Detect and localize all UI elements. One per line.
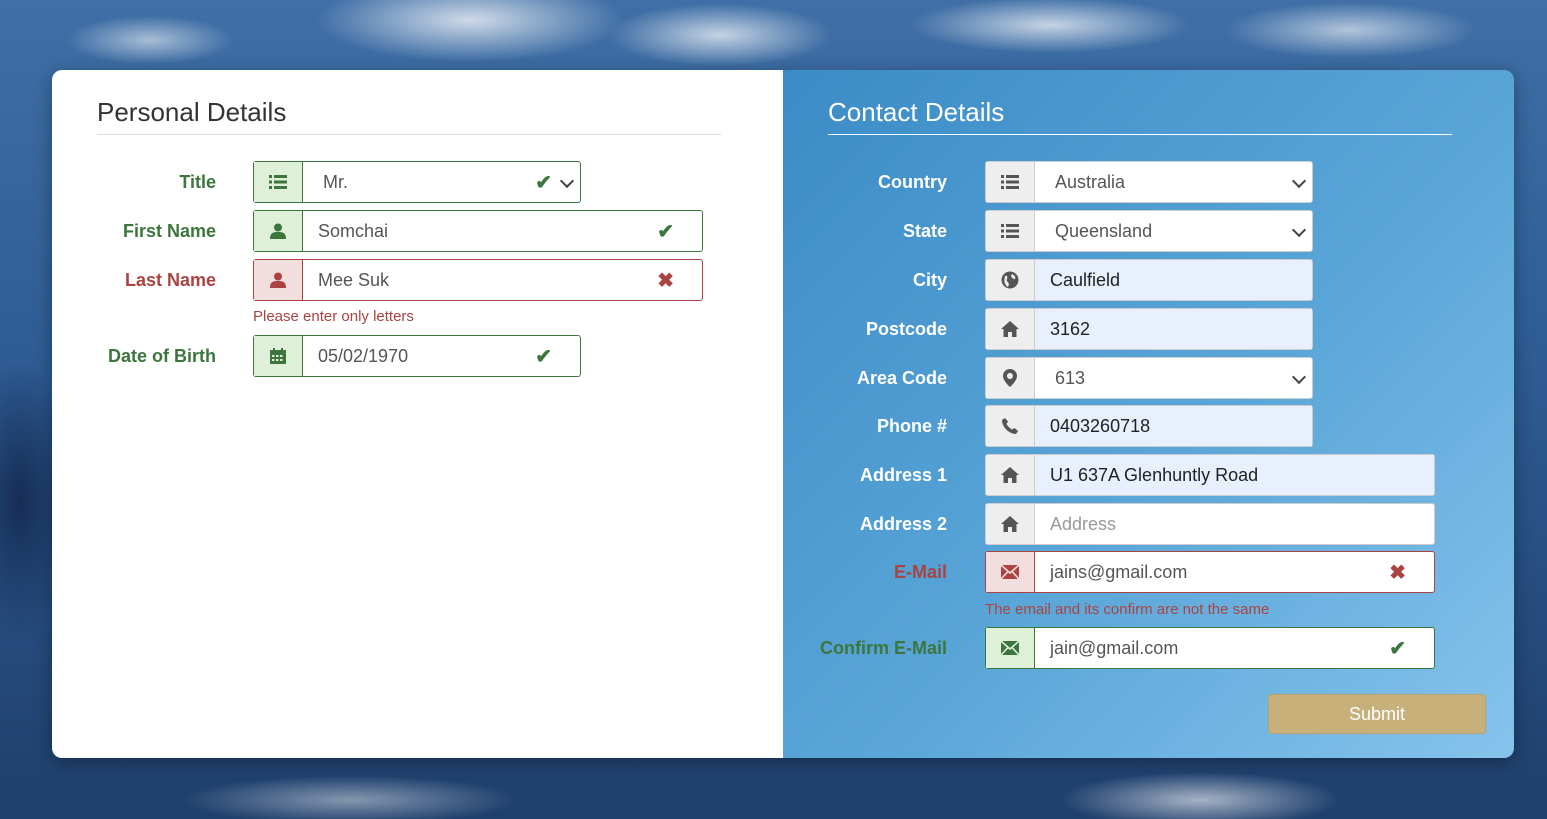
- dob-input[interactable]: 05/02/1970 ✔: [303, 336, 580, 376]
- first-name-input[interactable]: Somchai ✔: [303, 211, 702, 251]
- phone-icon: [986, 406, 1035, 446]
- country-label: Country: [878, 172, 947, 192]
- address1-input[interactable]: U1 637A Glenhuntly Road: [1035, 455, 1434, 495]
- list-icon: [254, 162, 303, 202]
- contact-details-panel: Contact Details Country Australia State: [783, 70, 1514, 758]
- last-name-error: Please enter only letters: [253, 308, 414, 325]
- check-icon: ✔: [657, 221, 674, 243]
- address2-input[interactable]: Address: [1035, 504, 1434, 544]
- check-icon: ✔: [535, 172, 552, 194]
- email-error: The email and its confirm are not the sa…: [985, 601, 1270, 618]
- email-input[interactable]: jains@gmail.com ✖: [1035, 552, 1434, 592]
- last-name-label: Last Name: [124, 270, 216, 290]
- email-value: jains@gmail.com: [1050, 561, 1188, 582]
- globe-icon: [986, 260, 1035, 300]
- city-group: Caulfield: [985, 259, 1313, 301]
- area-code-selected: 613: [1055, 367, 1086, 388]
- first-name-group: Somchai ✔: [253, 210, 703, 252]
- chevron-down-icon: [559, 173, 575, 189]
- area-code-value-field[interactable]: 613: [1035, 358, 1312, 398]
- address1-group: U1 637A Glenhuntly Road: [985, 454, 1435, 496]
- home-icon: [986, 504, 1035, 544]
- email-label: E-Mail: [893, 562, 947, 582]
- country-value-field[interactable]: Australia: [1035, 162, 1312, 202]
- confirm-email-value: jain@gmail.com: [1050, 637, 1179, 658]
- dob-group: 05/02/1970 ✔: [253, 335, 581, 377]
- address1-label: Address 1: [859, 465, 947, 485]
- country-selected: Australia: [1055, 171, 1126, 192]
- title-label: Title: [179, 172, 216, 192]
- phone-group: 0403260718: [985, 405, 1313, 447]
- user-icon: [254, 211, 303, 251]
- list-icon: [986, 162, 1035, 202]
- postcode-input[interactable]: 3162: [1035, 309, 1312, 349]
- confirm-email-group: jain@gmail.com ✔: [985, 627, 1435, 669]
- state-selected: Queensland: [1055, 220, 1153, 241]
- city-input[interactable]: Caulfield: [1035, 260, 1312, 300]
- phone-label: Phone #: [876, 416, 947, 436]
- map-marker-icon: [986, 358, 1035, 398]
- last-name-group: Mee Suk ✖: [253, 259, 703, 301]
- state-select[interactable]: Queensland: [985, 210, 1313, 252]
- dob-label: Date of Birth: [108, 346, 216, 366]
- postcode-label: Postcode: [865, 319, 947, 339]
- check-icon: ✔: [1389, 638, 1406, 660]
- home-icon: [986, 309, 1035, 349]
- calendar-icon: [254, 336, 303, 376]
- check-icon: ✔: [535, 346, 552, 368]
- cross-icon: ✖: [1389, 562, 1406, 584]
- dob-value: 05/02/1970: [318, 345, 409, 366]
- state-value-field[interactable]: Queensland: [1035, 211, 1312, 251]
- address1-value: U1 637A Glenhuntly Road: [1050, 464, 1259, 485]
- list-icon: [986, 211, 1035, 251]
- submit-button[interactable]: Submit: [1268, 694, 1486, 734]
- city-value: Caulfield: [1050, 269, 1121, 290]
- contact-details-heading: Contact Details: [828, 97, 1452, 135]
- first-name-value: Somchai: [318, 220, 389, 241]
- country-select[interactable]: Australia: [985, 161, 1313, 203]
- personal-details-heading: Personal Details: [97, 97, 721, 135]
- confirm-email-input[interactable]: jain@gmail.com ✔: [1035, 628, 1434, 668]
- registration-card: Personal Details Title Mr. ✔ First Name: [52, 70, 1514, 758]
- last-name-input[interactable]: Mee Suk ✖: [303, 260, 702, 300]
- confirm-email-label: Confirm E-Mail: [819, 638, 947, 658]
- city-label: City: [912, 270, 947, 290]
- cross-icon: ✖: [657, 270, 674, 292]
- phone-value: 0403260718: [1050, 415, 1151, 436]
- last-name-value: Mee Suk: [318, 269, 390, 290]
- area-code-select[interactable]: 613: [985, 357, 1313, 399]
- title-select[interactable]: Mr. ✔: [253, 161, 581, 203]
- address2-label: Address 2: [859, 514, 947, 534]
- envelope-icon: [986, 552, 1035, 592]
- title-selected: Mr.: [323, 171, 348, 192]
- postcode-group: 3162: [985, 308, 1313, 350]
- address2-placeholder: Address: [1050, 513, 1117, 534]
- postcode-value: 3162: [1050, 318, 1091, 339]
- title-value[interactable]: Mr. ✔: [303, 162, 580, 202]
- user-icon: [254, 260, 303, 300]
- chevron-down-icon: [1291, 173, 1307, 189]
- first-name-label: First Name: [122, 221, 216, 241]
- envelope-icon: [986, 628, 1035, 668]
- state-label: State: [902, 221, 947, 241]
- area-code-label: Area Code: [856, 368, 947, 388]
- chevron-down-icon: [1291, 222, 1307, 238]
- email-group: jains@gmail.com ✖: [985, 551, 1435, 593]
- personal-details-panel: Personal Details Title Mr. ✔ First Name: [52, 70, 783, 758]
- address2-group: Address: [985, 503, 1435, 545]
- chevron-down-icon: [1291, 369, 1307, 385]
- home-icon: [986, 455, 1035, 495]
- phone-input[interactable]: 0403260718: [1035, 406, 1312, 446]
